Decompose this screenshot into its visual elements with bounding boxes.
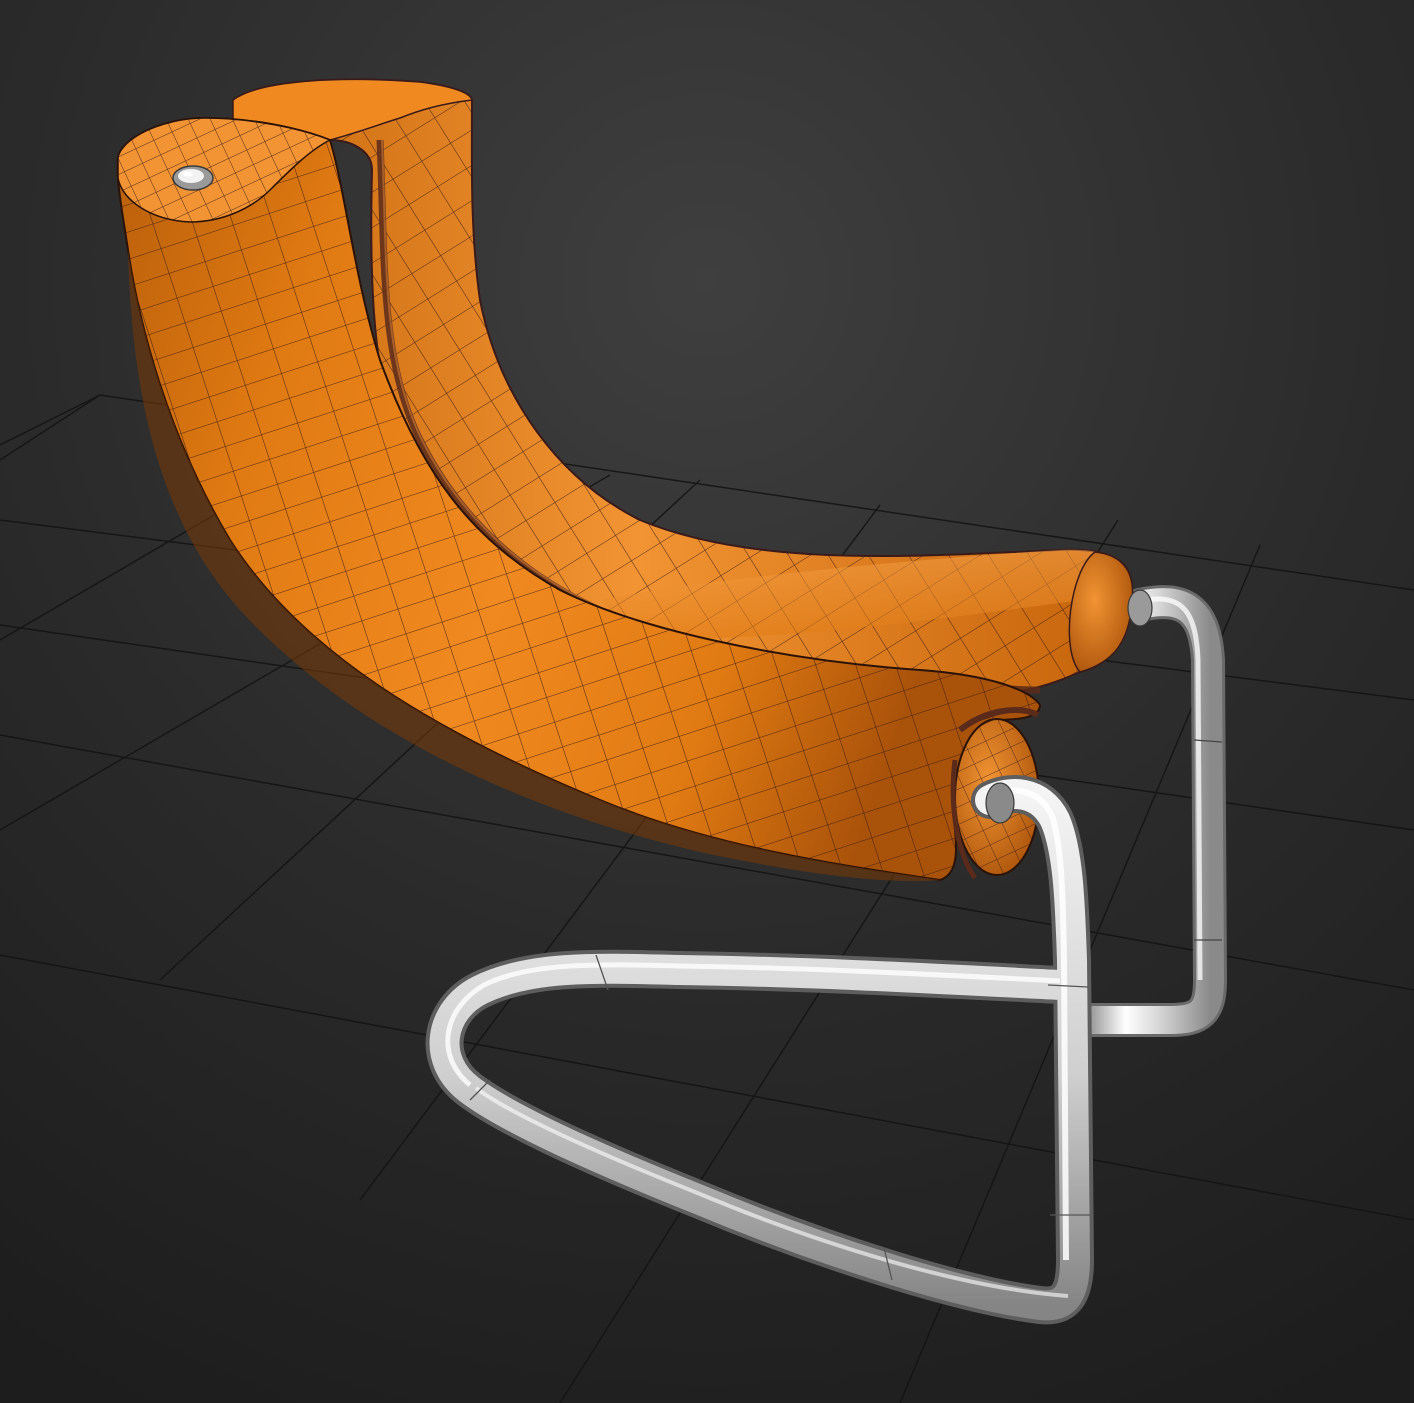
rear-frame-socket	[1127, 589, 1153, 627]
cushion-button[interactable]	[172, 165, 214, 191]
viewport-canvas[interactable]	[0, 0, 1414, 1403]
3d-viewport[interactable]	[0, 0, 1414, 1403]
